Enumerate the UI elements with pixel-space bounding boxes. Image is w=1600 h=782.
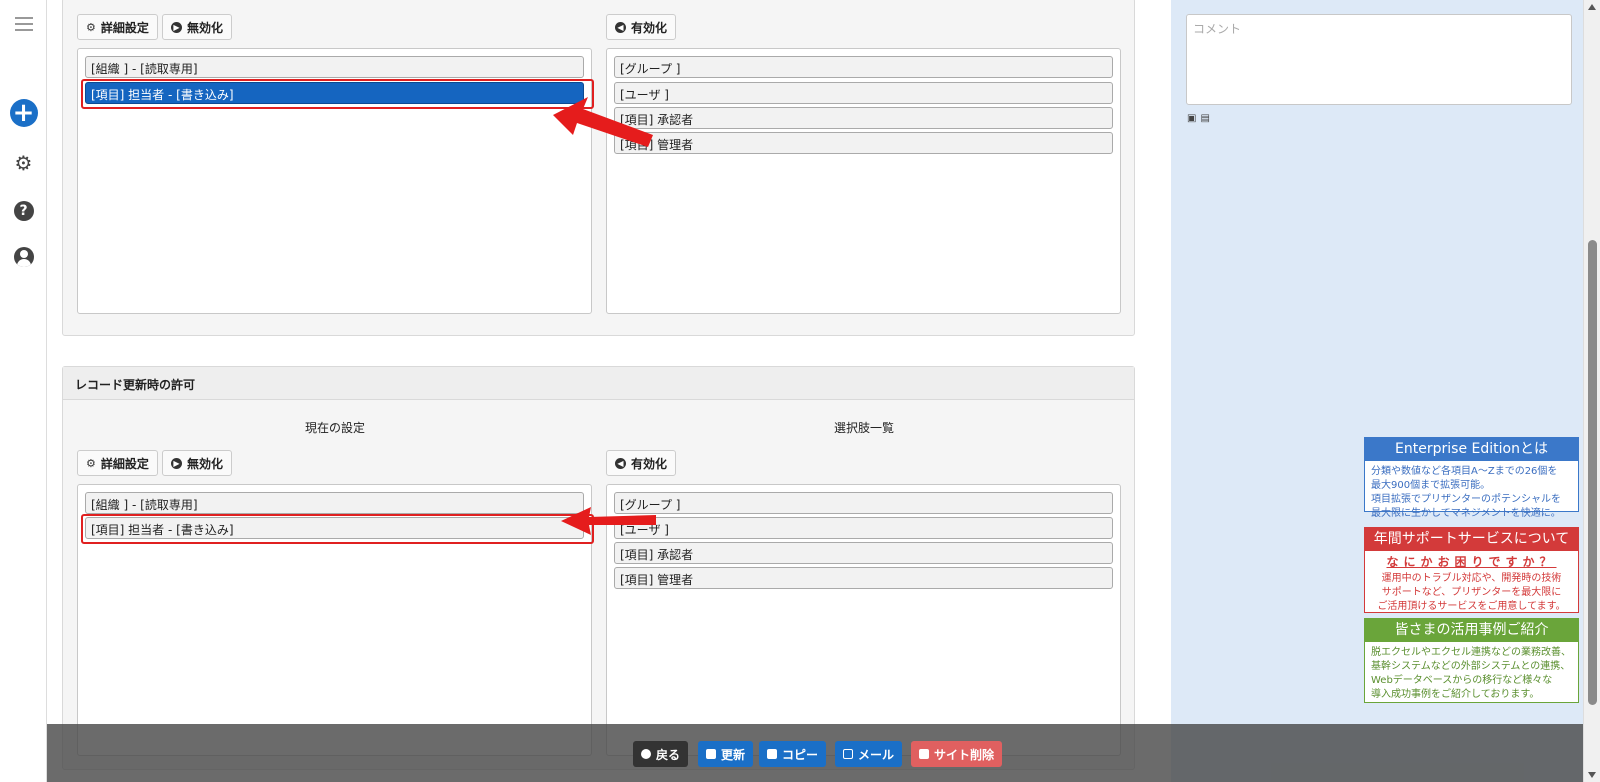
list-item[interactable]: [項目] 管理者 [614, 132, 1113, 154]
promo-line: 最大900個まで拡張可能。 [1371, 480, 1491, 491]
promo-title: 年間サポートサービスについて [1365, 528, 1578, 551]
choices-list[interactable]: [グループ ] [ユーザ ] [項目] 承認者 [項目] 管理者 [606, 48, 1121, 314]
detail-settings-button[interactable]: ⚙ 詳細設定 [77, 450, 158, 476]
back-circle-icon: ◀ [615, 21, 626, 33]
mail-icon [843, 749, 853, 759]
detail-settings-button[interactable]: ⚙ 詳細設定 [77, 14, 158, 40]
promo-title: 皆さまの活用事例ご紹介 [1365, 619, 1578, 642]
list-item[interactable]: [組織 ] - [読取専用] [85, 56, 584, 78]
promo-support[interactable]: 年間サポートサービスについて なにかお困りですか？ 運用中のトラブル対応や、開発… [1364, 527, 1579, 613]
file-icon[interactable]: ▤ [1200, 113, 1209, 124]
copy-icon [767, 749, 777, 759]
mail-label: メール [858, 747, 895, 762]
disable-button[interactable]: ▶ 無効化 [162, 450, 233, 476]
current-settings-header: 現在の設定 [304, 421, 365, 435]
section-legend: レコード更新時の許可 [63, 367, 1134, 400]
action-bar: 戻る 更新 コピー メール サイト削除 [47, 724, 1583, 782]
promo-body: 分類や数値など各項目A～Zまでの26個を 最大900個まで拡張可能。 項目拡張で… [1365, 461, 1578, 525]
enable-button[interactable]: ◀ 有効化 [606, 450, 677, 476]
permission-section-update: レコード更新時の許可 現在の設定 選択肢一覧 ⚙ 詳細設定 ▶ 無効化 ◀ 有効… [62, 366, 1135, 770]
gear-icon: ⚙ [86, 20, 96, 34]
list-item[interactable]: [グループ ] [614, 56, 1113, 78]
promo-line: 運用中のトラブル対応や、開発時の技術 [1381, 573, 1562, 584]
page-scrollbar[interactable] [1583, 0, 1600, 782]
comment-textarea[interactable]: コメント [1186, 14, 1572, 105]
promo-line: ご活用頂けるサービスをご用意してます。 [1377, 601, 1566, 612]
list-item[interactable]: [グループ ] [614, 492, 1113, 514]
choices-list[interactable]: [グループ ] [ユーザ ] [項目] 承認者 [項目] 管理者 [606, 484, 1121, 756]
promo-enterprise[interactable]: Enterprise Editionとは 分類や数値など各項目A～Zまでの26個… [1364, 437, 1579, 519]
disable-label: 無効化 [187, 20, 224, 35]
image-icon[interactable]: ▣ [1187, 113, 1196, 124]
gear-icon[interactable]: ⚙ [8, 147, 39, 178]
choices-header: 選択肢一覧 [833, 421, 894, 435]
enable-label: 有効化 [631, 20, 668, 35]
back-circle-icon: ◀ [615, 457, 626, 469]
copy-button[interactable]: コピー [759, 741, 827, 767]
disable-label: 無効化 [187, 456, 224, 471]
play-circle-icon: ▶ [171, 21, 182, 33]
delete-site-button[interactable]: サイト削除 [911, 741, 1003, 767]
permission-section-create: ⚙ 詳細設定 ▶ 無効化 ◀ 有効化 [組織 ] - [読取専用] [項目] 担… [62, 0, 1135, 336]
promo-body: 運用中のトラブル対応や、開発時の技術 サポートなど、プリザンターを最大限に ご活… [1365, 572, 1578, 618]
menu-icon[interactable] [8, 8, 39, 39]
left-nav: + ⚙ ? [0, 0, 47, 782]
list-item[interactable]: [項目] 承認者 [614, 542, 1113, 564]
play-circle-icon: ▶ [171, 457, 182, 469]
main-content: ⚙ 詳細設定 ▶ 無効化 ◀ 有効化 [組織 ] - [読取専用] [項目] 担… [47, 0, 1171, 782]
new-plus-icon[interactable]: + [8, 97, 39, 128]
scroll-up-icon[interactable] [1588, 4, 1596, 10]
list-item[interactable]: [ユーザ ] [614, 82, 1113, 104]
promo-title: Enterprise Editionとは [1365, 438, 1578, 461]
copy-label: コピー [782, 747, 819, 762]
back-button[interactable]: 戻る [633, 741, 689, 767]
promo-subtitle: なにかお困りですか？ [1386, 555, 1557, 569]
scroll-down-icon[interactable] [1588, 772, 1596, 778]
promo-line: 最大限に生かしてマネジメントを快適に。 [1371, 508, 1561, 519]
promo-body: 脱エクセルやエクセル連携などの業務改善、 基幹システムなどの外部システムとの連携… [1365, 642, 1578, 706]
enable-button[interactable]: ◀ 有効化 [606, 14, 677, 40]
list-item[interactable]: [ユーザ ] [614, 517, 1113, 539]
trash-icon [919, 749, 929, 759]
right-pane: コメント ▣ ▤ Enterprise Editionとは 分類や数値など各項目… [1171, 0, 1583, 782]
promo-line: Webデータベースからの移行など様々な [1371, 675, 1553, 686]
user-icon[interactable] [8, 241, 39, 272]
update-button[interactable]: 更新 [698, 741, 754, 767]
comment-tools: ▣ ▤ [1187, 113, 1210, 124]
promo-line: 導入成功事例をご紹介しております。 [1371, 689, 1540, 700]
promo-line: 脱エクセルやエクセル連携などの業務改善、 [1371, 647, 1571, 658]
help-icon[interactable]: ? [8, 195, 39, 226]
promo-line: 基幹システムなどの外部システムとの連携、 [1371, 661, 1571, 672]
detail-settings-label: 詳細設定 [100, 20, 149, 35]
list-item[interactable]: [項目] 承認者 [614, 107, 1113, 129]
delete-label: サイト削除 [934, 747, 995, 762]
disable-button[interactable]: ▶ 無効化 [162, 14, 233, 40]
promo-cases[interactable]: 皆さまの活用事例ご紹介 脱エクセルやエクセル連携などの業務改善、 基幹システムな… [1364, 618, 1579, 703]
list-item-selected[interactable]: [項目] 担当者 - [書き込み] [85, 82, 584, 104]
update-label: 更新 [721, 747, 746, 762]
back-label: 戻る [656, 747, 681, 762]
list-item[interactable]: [組織 ] - [読取専用] [85, 492, 584, 514]
list-item[interactable]: [項目] 管理者 [614, 567, 1113, 589]
promo-line: 分類や数値など各項目A～Zまでの26個を [1371, 466, 1558, 477]
enable-label: 有効化 [631, 456, 668, 471]
detail-settings-label: 詳細設定 [100, 456, 149, 471]
save-icon [706, 749, 716, 759]
gear-icon: ⚙ [86, 456, 96, 470]
scroll-thumb[interactable] [1588, 240, 1597, 705]
back-icon [641, 749, 651, 759]
promo-line: サポートなど、プリザンターを最大限に [1381, 587, 1562, 598]
current-permission-list[interactable]: [組織 ] - [読取専用] [項目] 担当者 - [書き込み] [77, 48, 592, 314]
current-permission-list[interactable]: [組織 ] - [読取専用] [項目] 担当者 - [書き込み] [77, 484, 592, 756]
mail-button[interactable]: メール [835, 741, 903, 767]
list-item[interactable]: [項目] 担当者 - [書き込み] [85, 517, 584, 539]
promo-line: 項目拡張でプリザンターのポテンシャルを [1371, 494, 1561, 505]
